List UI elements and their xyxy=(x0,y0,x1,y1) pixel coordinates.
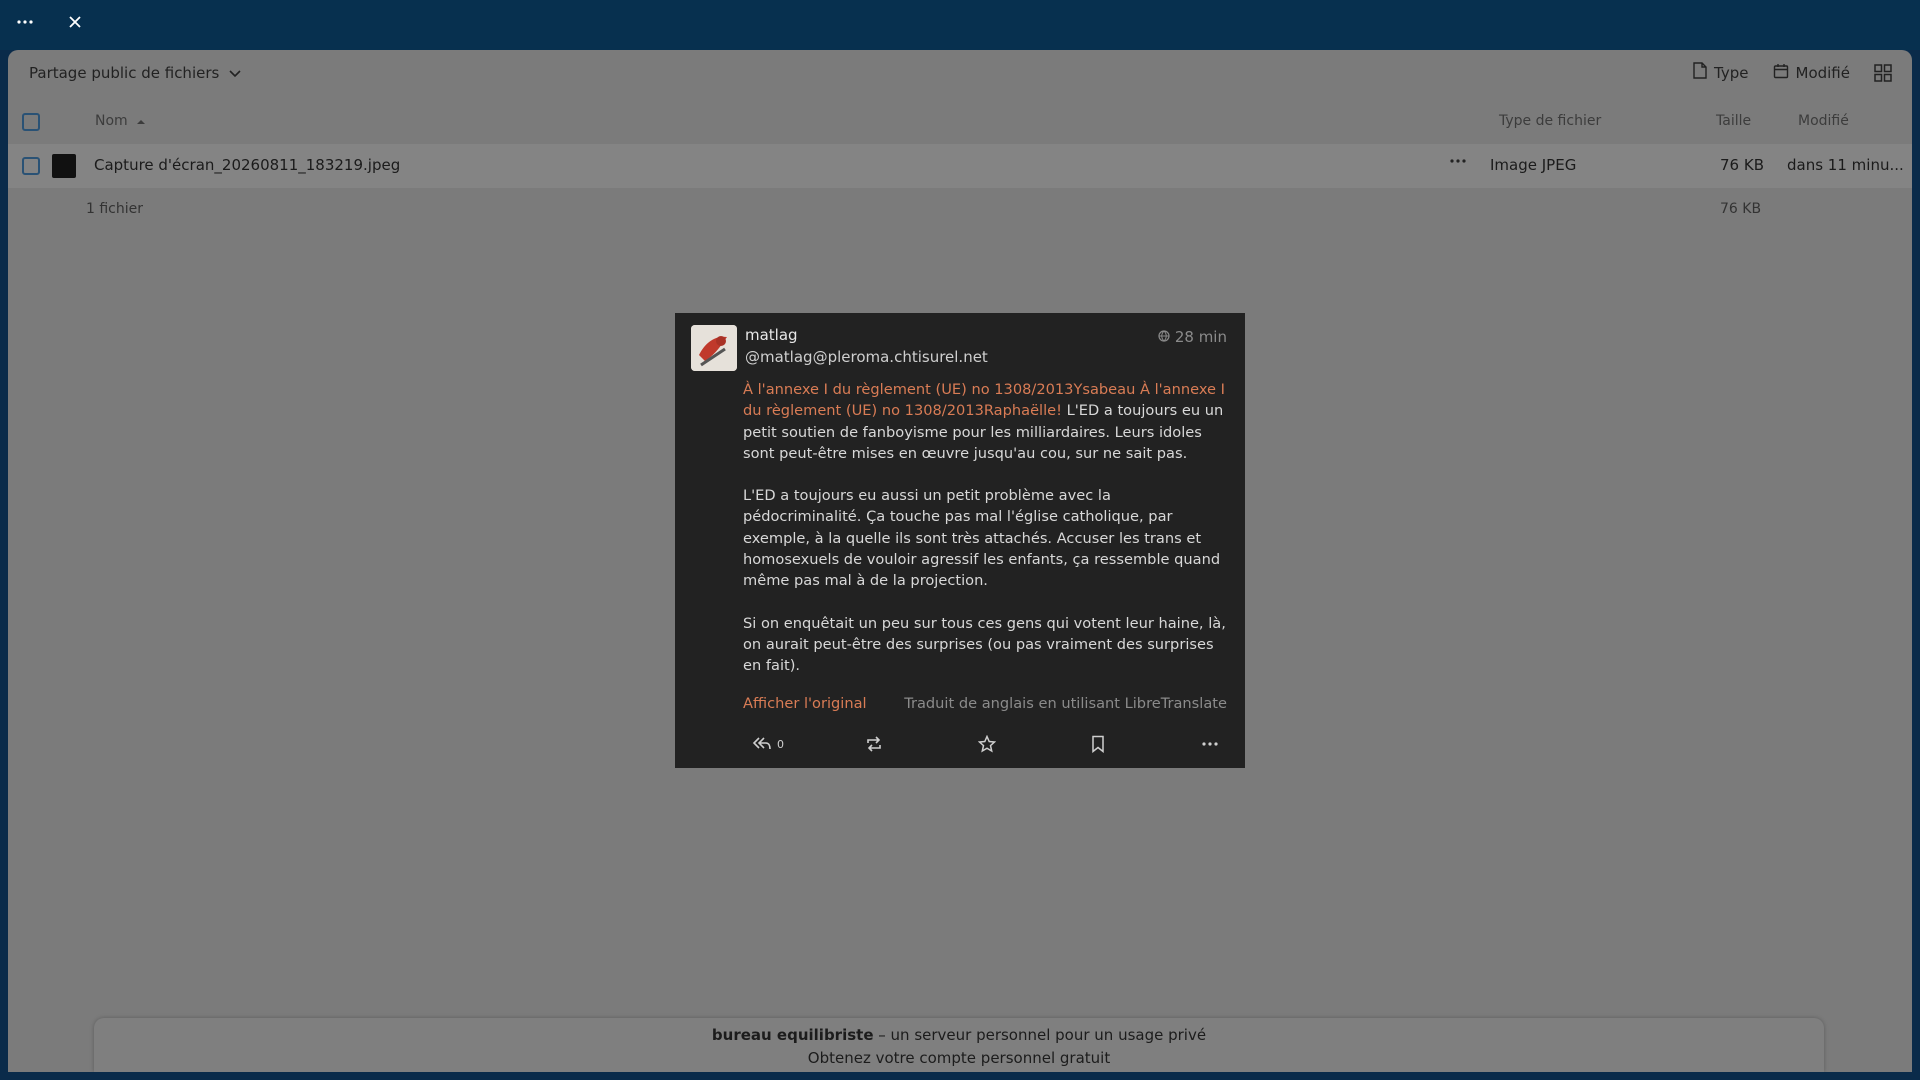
more-horizontal-icon[interactable] xyxy=(12,12,38,38)
post-handle[interactable]: @matlag@pleroma.chtisurel.net xyxy=(745,348,988,366)
avatar xyxy=(691,325,737,371)
type-filter-label: Type xyxy=(1714,63,1749,82)
signup-link[interactable]: Obtenez votre compte personnel gratuit xyxy=(94,1049,1824,1067)
banner-tagline: – un serveur personnel pour un usage pri… xyxy=(873,1026,1207,1044)
breadcrumb-label: Partage public de fichiers xyxy=(29,64,220,82)
image-thumbnail-icon xyxy=(52,154,76,178)
post-author[interactable]: matlag xyxy=(745,326,798,344)
modified-filter-button[interactable]: Modifié xyxy=(1773,63,1851,83)
file-name[interactable]: Capture d'écran_20260811_183219.jpeg xyxy=(94,156,400,174)
more-actions-icon[interactable] xyxy=(1449,152,1467,174)
post-content: À l'annexe I du règlement (UE) no 1308/2… xyxy=(743,379,1233,698)
bookmark-icon[interactable] xyxy=(1090,735,1106,753)
sort-by-name[interactable]: Nom xyxy=(95,113,146,129)
app-header: Partage public de fichiers Type Modifié xyxy=(8,50,1912,100)
file-list-header: Nom Type de fichier Taille Modifié xyxy=(8,100,1912,144)
select-all-checkbox[interactable] xyxy=(22,113,40,131)
breadcrumb[interactable]: Partage public de fichiers xyxy=(29,64,241,82)
favorite-star-icon[interactable] xyxy=(978,735,996,753)
window-titlebar xyxy=(0,0,1920,50)
sort-ascending-icon xyxy=(136,113,146,129)
file-count: 1 fichier xyxy=(86,201,144,217)
show-original-link[interactable]: Afficher l'original xyxy=(743,695,867,712)
post-actions: 0 xyxy=(735,735,1219,759)
translation-note: Traduit de anglais en utilisant LibreTra… xyxy=(904,695,1227,712)
table-row[interactable]: Capture d'écran_20260811_183219.jpeg Ima… xyxy=(8,144,1912,188)
row-checkbox[interactable] xyxy=(22,157,40,175)
file-size: 76 KB xyxy=(1720,156,1764,174)
translation-bar: Afficher l'original Traduit de anglais e… xyxy=(743,695,1227,712)
modified-filter-label: Modifié xyxy=(1795,63,1851,82)
file-modified: dans 11 minu... xyxy=(1787,156,1904,174)
type-filter-button[interactable]: Type xyxy=(1693,62,1749,83)
reply-all-icon xyxy=(751,735,771,754)
more-options-icon[interactable] xyxy=(1201,735,1219,753)
file-type: Image JPEG xyxy=(1490,156,1577,174)
post-preview-image: matlag @matlag@pleroma.chtisurel.net 28 … xyxy=(675,313,1245,768)
reply-button[interactable]: 0 xyxy=(751,735,784,754)
post-paragraph-3: Si on enquêtait un peu sur tous ces gens… xyxy=(743,614,1226,675)
file-icon xyxy=(1693,62,1707,83)
calendar-icon xyxy=(1773,63,1789,83)
post-paragraph-2: L'ED a toujours eu aussi un petit problè… xyxy=(743,487,1221,590)
banner-line: bureau equilibriste – un serveur personn… xyxy=(94,1026,1824,1044)
globe-icon xyxy=(1158,328,1170,346)
column-name-label: Nom xyxy=(95,113,128,129)
grid-view-icon[interactable] xyxy=(1874,63,1892,82)
repeat-icon[interactable] xyxy=(865,735,883,753)
column-file-type[interactable]: Type de fichier xyxy=(1499,113,1601,129)
close-icon[interactable] xyxy=(62,12,88,38)
post-paragraph-1: À l'annexe I du règlement (UE) no 1308/2… xyxy=(743,379,1233,464)
post-time[interactable]: 28 min xyxy=(1158,328,1227,346)
file-list-summary: 1 fichier 76 KB xyxy=(8,188,1912,232)
reply-count: 0 xyxy=(777,738,784,751)
footer-banner: bureau equilibriste – un serveur personn… xyxy=(94,1018,1824,1072)
column-size[interactable]: Taille xyxy=(1716,113,1751,129)
banner-brand: bureau equilibriste xyxy=(711,1026,874,1044)
total-size: 76 KB xyxy=(1720,201,1762,217)
chevron-down-icon xyxy=(229,64,241,82)
column-modified[interactable]: Modifié xyxy=(1798,113,1849,129)
post-time-label: 28 min xyxy=(1174,328,1227,346)
